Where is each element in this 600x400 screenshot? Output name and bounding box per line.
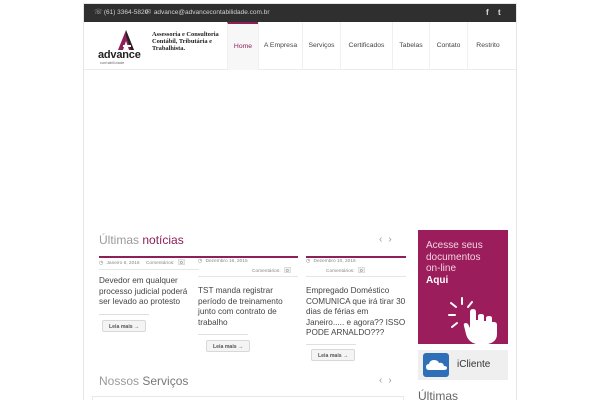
services-title-accent: Serviços: [142, 374, 189, 388]
banner-line-strong: Aqui: [426, 274, 449, 286]
card-accent-bar: [198, 256, 298, 258]
comments-count: 0: [177, 259, 185, 265]
card-meta: ◷ Janeiro 6, 2016 Comentários: 0: [99, 259, 199, 266]
logo-wordmark: advance: [98, 49, 141, 61]
phone-info: ☏ (61) 3364-5820: [94, 8, 148, 18]
browser-viewport: ☏ (61) 3364-5820 ✉ advance@advancecontab…: [0, 0, 600, 400]
envelope-icon: ✉: [145, 9, 151, 16]
card-title[interactable]: TST manda registrar período de treinamen…: [198, 286, 298, 328]
services-carousel: [92, 396, 404, 400]
comments-count: 0: [357, 267, 365, 273]
card-title[interactable]: Devedor em qualquer processo judicial po…: [99, 276, 199, 308]
news-title-thin: Últimas: [99, 233, 140, 247]
nav-restrito[interactable]: Restrito: [467, 22, 508, 70]
card-accent-bar: [306, 256, 406, 258]
email-info[interactable]: ✉ advance@advancecontabilidade.com.br: [144, 8, 270, 18]
read-more-button[interactable]: Leia mais →: [311, 349, 356, 361]
news-title-accent: notícias: [142, 233, 184, 247]
comments-label: Comentários:: [252, 269, 281, 274]
phone-text: (61) 3364-5820: [103, 9, 149, 16]
nav-home[interactable]: Home: [227, 22, 258, 70]
twitter-icon[interactable]: t: [498, 7, 501, 19]
card-meta: ◷ Dezembro 10, 2015: [306, 259, 406, 264]
card-meta: ◷ Dezembro 16, 2015: [198, 259, 298, 264]
nav-tabelas[interactable]: Tabelas: [392, 22, 429, 70]
card-divider: [198, 276, 298, 277]
comments-label: Comentários:: [145, 261, 175, 266]
services-section-title: Nossos Serviços: [99, 374, 188, 388]
nav-servicos[interactable]: Serviços: [302, 22, 340, 70]
facebook-icon[interactable]: f: [486, 7, 489, 19]
logo-tagline: Assessoria e Consultoria Contábil, Tribu…: [152, 31, 219, 53]
banner-line: documentos: [426, 251, 481, 263]
banner-line: on-line: [426, 263, 457, 274]
next-arrow-icon[interactable]: ›: [388, 234, 397, 245]
card-accent-bar: [99, 256, 199, 258]
card-underline: [99, 314, 149, 315]
nav-contato[interactable]: Contato: [429, 22, 467, 70]
prev-arrow-icon[interactable]: ‹: [379, 375, 388, 386]
comments-label: Comentários:: [326, 269, 355, 274]
sidebar-ultimas-title: Últimas: [418, 389, 459, 400]
card-underline: [198, 334, 248, 335]
top-bar: ☏ (61) 3364-5820 ✉ advance@advancecontab…: [84, 4, 516, 22]
card-comments: Comentários: 0: [326, 267, 365, 274]
services-carousel-arrows: ‹›: [379, 375, 398, 386]
clock-icon: ◷: [198, 259, 203, 264]
news-carousel-arrows: ‹›: [379, 234, 398, 245]
services-title-thin: Nossos: [99, 374, 140, 388]
card-divider: [306, 276, 406, 277]
comments-count: 0: [283, 267, 291, 273]
logo-subtitle: contabilidade: [100, 61, 125, 65]
card-comments: Comentários: 0: [252, 267, 291, 274]
read-more-button[interactable]: Leia mais →: [206, 340, 251, 352]
cloud-app-icon: [423, 353, 449, 377]
prev-arrow-icon[interactable]: ‹: [379, 234, 388, 245]
icliente-link[interactable]: iCliente: [418, 350, 508, 380]
online-documents-banner[interactable]: Acesse seus documentos on-line Aqui: [418, 230, 508, 344]
site-header: advance contabilidade Assessoria e Consu…: [84, 22, 516, 70]
read-more-button[interactable]: Leia mais →: [102, 320, 147, 332]
cloud-icon: [426, 360, 447, 370]
banner-text: Acesse seus documentos on-line Aqui: [426, 240, 483, 286]
card-date: Janeiro 6, 2016: [106, 261, 140, 266]
banner-line: Acesse seus: [426, 240, 483, 251]
page-container: ☏ (61) 3364-5820 ✉ advance@advancecontab…: [84, 4, 516, 400]
clock-icon: ◷: [99, 261, 104, 266]
nav-certificados[interactable]: Certificados: [340, 22, 392, 70]
phone-icon: ☏: [94, 9, 103, 16]
next-arrow-icon[interactable]: ›: [388, 375, 397, 386]
clock-icon: ◷: [306, 259, 311, 264]
news-section-title: Últimas notícias: [99, 233, 184, 247]
card-title[interactable]: Empregado Doméstico COMUNICA que irá tir…: [306, 286, 406, 339]
click-hand-icon: [448, 297, 497, 344]
card-divider: [99, 269, 199, 270]
icliente-label: iCliente: [457, 359, 491, 370]
card-underline: [306, 344, 356, 345]
card-date: Dezembro 16, 2015: [205, 259, 248, 264]
email-text[interactable]: advance@advancecontabilidade.com.br: [154, 9, 270, 16]
site-logo[interactable]: advance contabilidade: [98, 28, 150, 66]
nav-a-empresa[interactable]: A Empresa: [258, 22, 302, 70]
card-date: Dezembro 10, 2015: [313, 259, 356, 264]
